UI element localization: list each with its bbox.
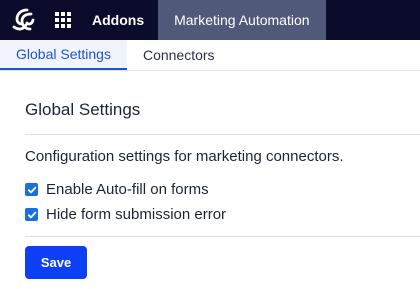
checkmark-icon: [27, 186, 36, 193]
title-divider: [25, 134, 420, 135]
apps-grid-icon[interactable]: [48, 0, 78, 40]
option-hide-submission-error: Hide form submission error: [25, 206, 226, 223]
tab-connectors[interactable]: Connectors: [127, 40, 231, 70]
app-root: Addons Marketing Automation Global Setti…: [0, 0, 420, 289]
hide-submission-error-checkbox[interactable]: [25, 208, 38, 221]
enable-autofill-label: Enable Auto-fill on forms: [46, 181, 209, 198]
nav-marketing-automation[interactable]: Marketing Automation: [158, 0, 326, 40]
enable-autofill-checkbox[interactable]: [25, 183, 38, 196]
footer-divider: [25, 236, 420, 237]
nav-addons[interactable]: Addons: [78, 0, 158, 40]
save-button[interactable]: Save: [25, 246, 87, 279]
checkmark-icon: [27, 211, 36, 218]
section-description: Configuration settings for marketing con…: [25, 148, 344, 165]
option-enable-autofill: Enable Auto-fill on forms: [25, 181, 209, 198]
settings-tabs: Global Settings Connectors: [0, 40, 420, 71]
tab-global-settings[interactable]: Global Settings: [0, 40, 127, 70]
brand-logo-icon[interactable]: [0, 0, 48, 40]
hide-submission-error-label: Hide form submission error: [46, 206, 227, 223]
top-navigation-bar: Addons Marketing Automation: [0, 0, 420, 40]
section-title: Global Settings: [25, 100, 141, 119]
